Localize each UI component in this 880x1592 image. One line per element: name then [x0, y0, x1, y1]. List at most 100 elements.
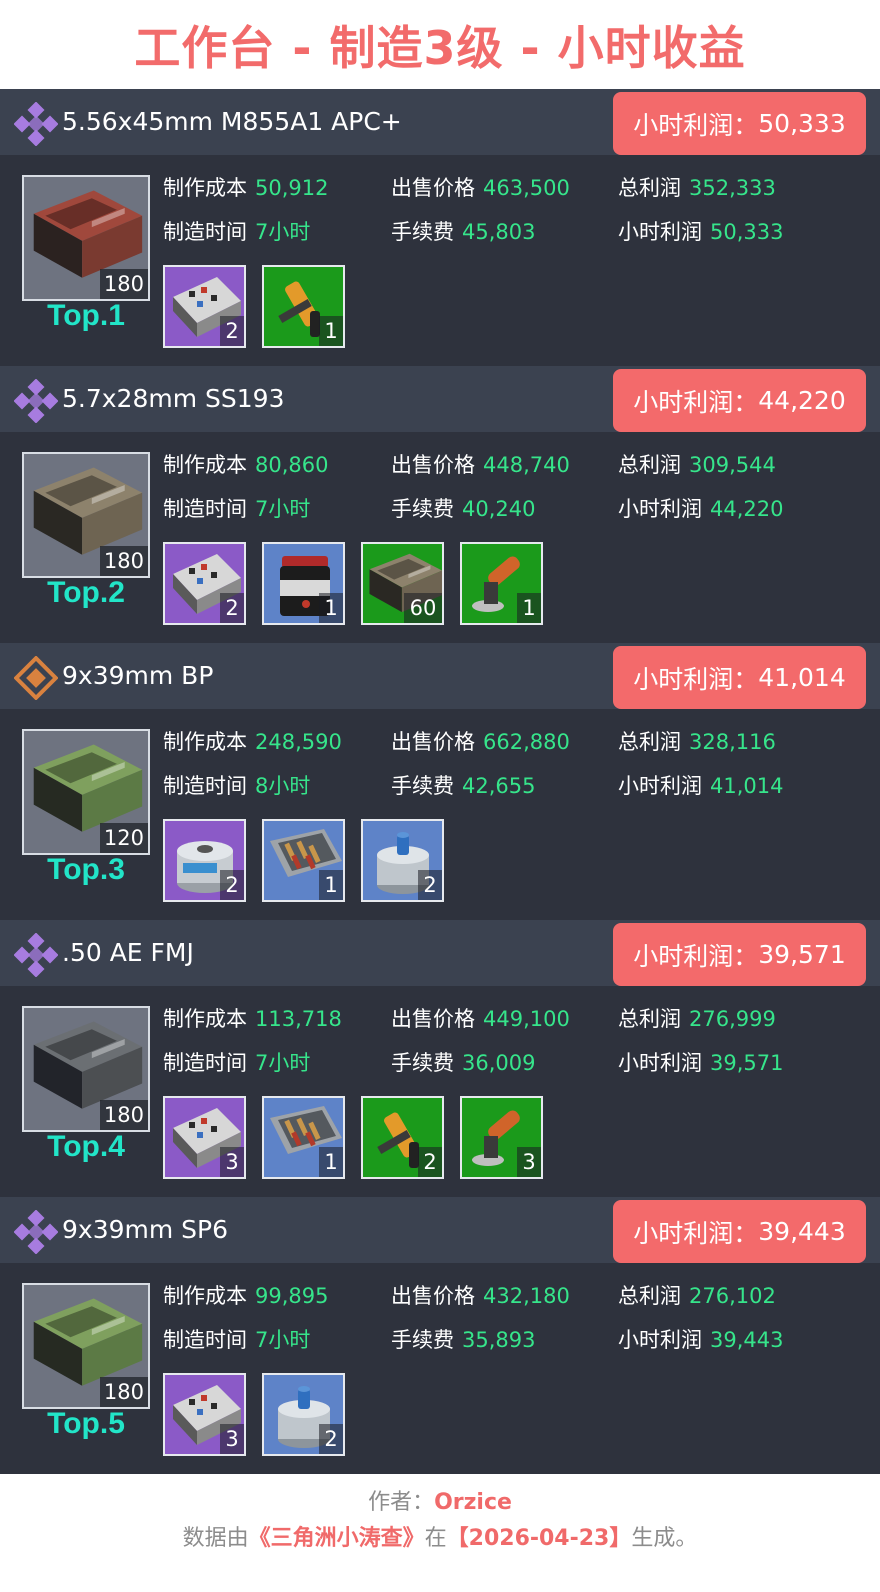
stat-value: 113,718: [255, 1007, 342, 1031]
stat-label: 制作成本: [163, 1007, 247, 1031]
card-body: 180 Top.2 制作成本 80,860 出售价格 448,740 总利润 309,544 制…: [0, 432, 880, 643]
material-slot[interactable]: 1: [262, 265, 345, 348]
stat-label: 总利润: [618, 1284, 681, 1308]
recipe-list: 5.56x45mm M855A1 APC+ 小时利润： 50,333 180 Top.1…: [0, 89, 880, 1474]
stat-hourly: 小时利润 41,014: [618, 771, 783, 801]
item-name: 5.56x45mm M855A1 APC+: [62, 107, 402, 136]
output-item-thumb[interactable]: 180: [22, 1283, 150, 1409]
material-slot[interactable]: 3: [460, 1096, 543, 1179]
material-slot[interactable]: 3: [163, 1373, 246, 1456]
stat-value: 328,116: [689, 730, 776, 754]
badge-value: 39,443: [758, 1217, 846, 1246]
material-slot[interactable]: 2: [163, 265, 246, 348]
hourly-profit-badge: 小时利润： 41,014: [613, 646, 866, 709]
stat-sell: 出售价格 449,100: [391, 1004, 570, 1034]
stat-value: 41,014: [710, 774, 784, 798]
material-count: 2: [418, 870, 442, 900]
recipe-card: 5.56x45mm M855A1 APC+ 小时利润： 50,333 180 Top.1…: [0, 89, 880, 366]
footer: 作者：Orzice 数据由《三角洲小涛查》在【2026-04-23】生成。: [0, 1480, 880, 1592]
output-item-thumb[interactable]: 180: [22, 452, 150, 578]
material-count: 2: [220, 870, 244, 900]
stat-value: 42,655: [462, 774, 536, 798]
stat-cost: 制作成本 50,912: [163, 173, 328, 203]
material-slot[interactable]: 2: [361, 819, 444, 902]
badge-label: 小时利润：: [633, 941, 759, 971]
item-name: 5.7x28mm SS193: [62, 384, 285, 413]
data-suffix: 生成。: [631, 1526, 698, 1551]
hourly-profit-badge: 小时利润： 39,571: [613, 923, 866, 986]
material-count: 2: [220, 593, 244, 623]
material-count: 1: [319, 1147, 343, 1177]
recipe-card: 9x39mm SP6 小时利润： 39,443 180 Top.5 制作成本 99,895 出…: [0, 1197, 880, 1474]
item-name: 9x39mm SP6: [62, 1215, 229, 1244]
stat-hourly: 小时利润 39,571: [618, 1048, 783, 1078]
stat-total: 总利润 309,544: [618, 450, 776, 480]
stat-sell: 出售价格 432,180: [391, 1281, 570, 1311]
rank-label: Top.2: [47, 576, 125, 609]
output-count: 120: [100, 823, 148, 853]
material-count: 2: [418, 1147, 442, 1177]
stat-value: 50,912: [255, 176, 329, 200]
stat-label: 手续费: [391, 497, 454, 521]
card-header: .50 AE FMJ 小时利润： 39,571: [0, 920, 880, 986]
stat-label: 出售价格: [391, 176, 475, 200]
stat-value: 7小时: [255, 1328, 311, 1352]
material-slot[interactable]: 2: [361, 1096, 444, 1179]
material-slot[interactable]: 60: [361, 542, 444, 625]
stat-label: 小时利润: [618, 1328, 702, 1352]
output-item-thumb[interactable]: 180: [22, 1006, 150, 1132]
material-slot[interactable]: 2: [262, 1373, 345, 1456]
material-slot[interactable]: 1: [460, 542, 543, 625]
hourly-profit-badge: 小时利润： 39,443: [613, 1200, 866, 1263]
material-slot[interactable]: 3: [163, 1096, 246, 1179]
stat-label: 小时利润: [618, 1051, 702, 1075]
stat-value: 7小时: [255, 1051, 311, 1075]
data-source-line: 数据由《三角洲小涛查》在【2026-04-23】生成。: [0, 1520, 880, 1552]
stat-total: 总利润 352,333: [618, 173, 776, 203]
badge-label: 小时利润：: [633, 1218, 759, 1248]
item-name: .50 AE FMJ: [62, 938, 194, 967]
material-slot[interactable]: 2: [163, 542, 246, 625]
stat-label: 小时利润: [618, 497, 702, 521]
stat-label: 出售价格: [391, 1284, 475, 1308]
stat-sell: 出售价格 662,880: [391, 727, 570, 757]
card-header: 9x39mm SP6 小时利润： 39,443: [0, 1197, 880, 1263]
stat-label: 总利润: [618, 176, 681, 200]
stat-value: 80,860: [255, 453, 329, 477]
output-item-thumb[interactable]: 180: [22, 175, 150, 301]
stat-fee: 手续费 35,893: [391, 1325, 535, 1355]
purple-diamond-icon: [13, 932, 59, 978]
material-slot[interactable]: 1: [262, 542, 345, 625]
stat-value: 35,893: [462, 1328, 536, 1352]
output-count: 180: [100, 1377, 148, 1407]
stat-fee: 手续费 40,240: [391, 494, 535, 524]
stat-label: 出售价格: [391, 730, 475, 754]
item-name: 9x39mm BP: [62, 661, 214, 690]
author-line: 作者：Orzice: [0, 1484, 880, 1516]
stat-label: 制造时间: [163, 1328, 247, 1352]
author-label: 作者：: [368, 1490, 435, 1515]
stat-label: 小时利润: [618, 774, 702, 798]
badge-value: 41,014: [758, 663, 846, 692]
stat-label: 出售价格: [391, 1007, 475, 1031]
card-body: 180 Top.5 制作成本 99,895 出售价格 432,180 总利润 276,102 制…: [0, 1263, 880, 1474]
rank-label: Top.3: [47, 853, 125, 886]
stat-time: 制造时间 7小时: [163, 1325, 310, 1355]
material-count: 2: [220, 316, 244, 346]
card-body: 120 Top.3 制作成本 248,590 出售价格 662,880 总利润 328,116…: [0, 709, 880, 920]
stat-time: 制造时间 7小时: [163, 217, 310, 247]
stat-label: 制作成本: [163, 176, 247, 200]
stat-label: 制造时间: [163, 774, 247, 798]
material-slot[interactable]: 1: [262, 819, 345, 902]
stat-value: 448,740: [483, 453, 570, 477]
card-body: 180 Top.1 制作成本 50,912 出售价格 463,500 总利润 352,333 制…: [0, 155, 880, 366]
output-item-thumb[interactable]: 120: [22, 729, 150, 855]
material-slot[interactable]: 1: [262, 1096, 345, 1179]
badge-label: 小时利润：: [633, 387, 759, 417]
material-slot[interactable]: 2: [163, 819, 246, 902]
material-count: 1: [517, 593, 541, 623]
stat-label: 制作成本: [163, 1284, 247, 1308]
card-header: 5.56x45mm M855A1 APC+ 小时利润： 50,333: [0, 89, 880, 155]
output-count: 180: [100, 269, 148, 299]
rank-label: Top.1: [47, 299, 125, 332]
